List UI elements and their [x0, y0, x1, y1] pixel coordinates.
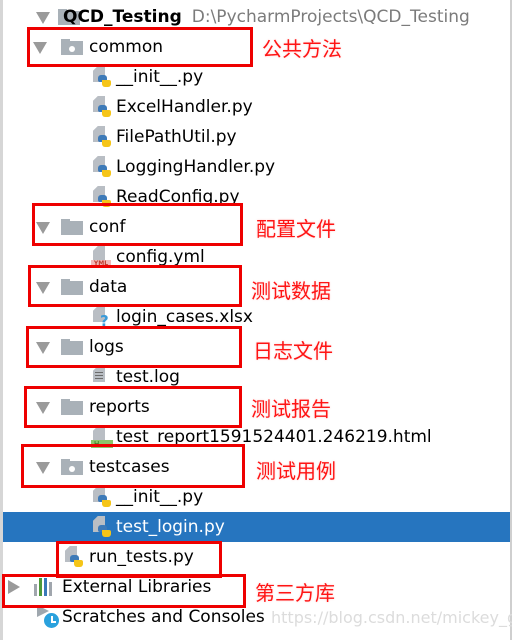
annotation-reports: 测试报告 [251, 397, 331, 421]
annotation-testcases: 测试用例 [256, 459, 336, 483]
python-file-icon [91, 156, 111, 178]
tree-file[interactable]: LoggingHandler.py [3, 152, 510, 182]
annotation-box-conf [32, 203, 243, 246]
unknown-file-icon: ? [91, 306, 111, 329]
python-file-icon [91, 126, 111, 148]
annotation-box-run-tests [56, 541, 222, 578]
python-file-icon [91, 486, 111, 508]
file-label: config.yml [116, 247, 205, 267]
expand-arrow-icon[interactable] [36, 12, 50, 24]
file-label: test.log [116, 367, 180, 387]
annotation-conf: 配置文件 [256, 217, 336, 241]
file-label: __init__.py [116, 487, 204, 507]
annotation-box-logs [26, 326, 242, 368]
file-label: FilePathUtil.py [116, 127, 237, 147]
file-label: __init__.py [116, 67, 204, 87]
python-file-icon [91, 66, 111, 88]
annotation-box-testcases [21, 444, 245, 488]
file-label: test_login.py [116, 517, 225, 537]
python-file-icon [91, 516, 111, 538]
file-label: login_cases.xlsx [116, 307, 253, 327]
annotation-data: 测试数据 [251, 279, 331, 303]
annotation-box-external-libraries [2, 574, 246, 608]
annotation-box-common [27, 27, 253, 67]
python-file-icon [91, 96, 111, 118]
file-label: LoggingHandler.py [116, 157, 276, 177]
annotation-logs: 日志文件 [253, 339, 333, 363]
tree-file[interactable]: FilePathUtil.py [3, 122, 510, 152]
annotation-common: 公共方法 [262, 37, 342, 61]
scratches-icon [35, 605, 61, 629]
tree-file-selected[interactable]: test_login.py [3, 512, 510, 542]
annotation-external-libraries: 第三方库 [255, 581, 335, 605]
watermark: https://blog.csdn.net/mickey_gezi [271, 608, 512, 627]
file-label: ExcelHandler.py [116, 97, 253, 117]
scratches-label: Scratches and Consoles [62, 607, 265, 627]
annotation-box-data [28, 265, 242, 307]
text-file-icon [91, 366, 111, 388]
tree-file[interactable]: ExcelHandler.py [3, 92, 510, 122]
project-path: D:\PycharmProjects\QCD_Testing [191, 7, 470, 27]
project-name: QCD_Testing [63, 7, 182, 27]
annotation-box-reports [24, 386, 242, 428]
